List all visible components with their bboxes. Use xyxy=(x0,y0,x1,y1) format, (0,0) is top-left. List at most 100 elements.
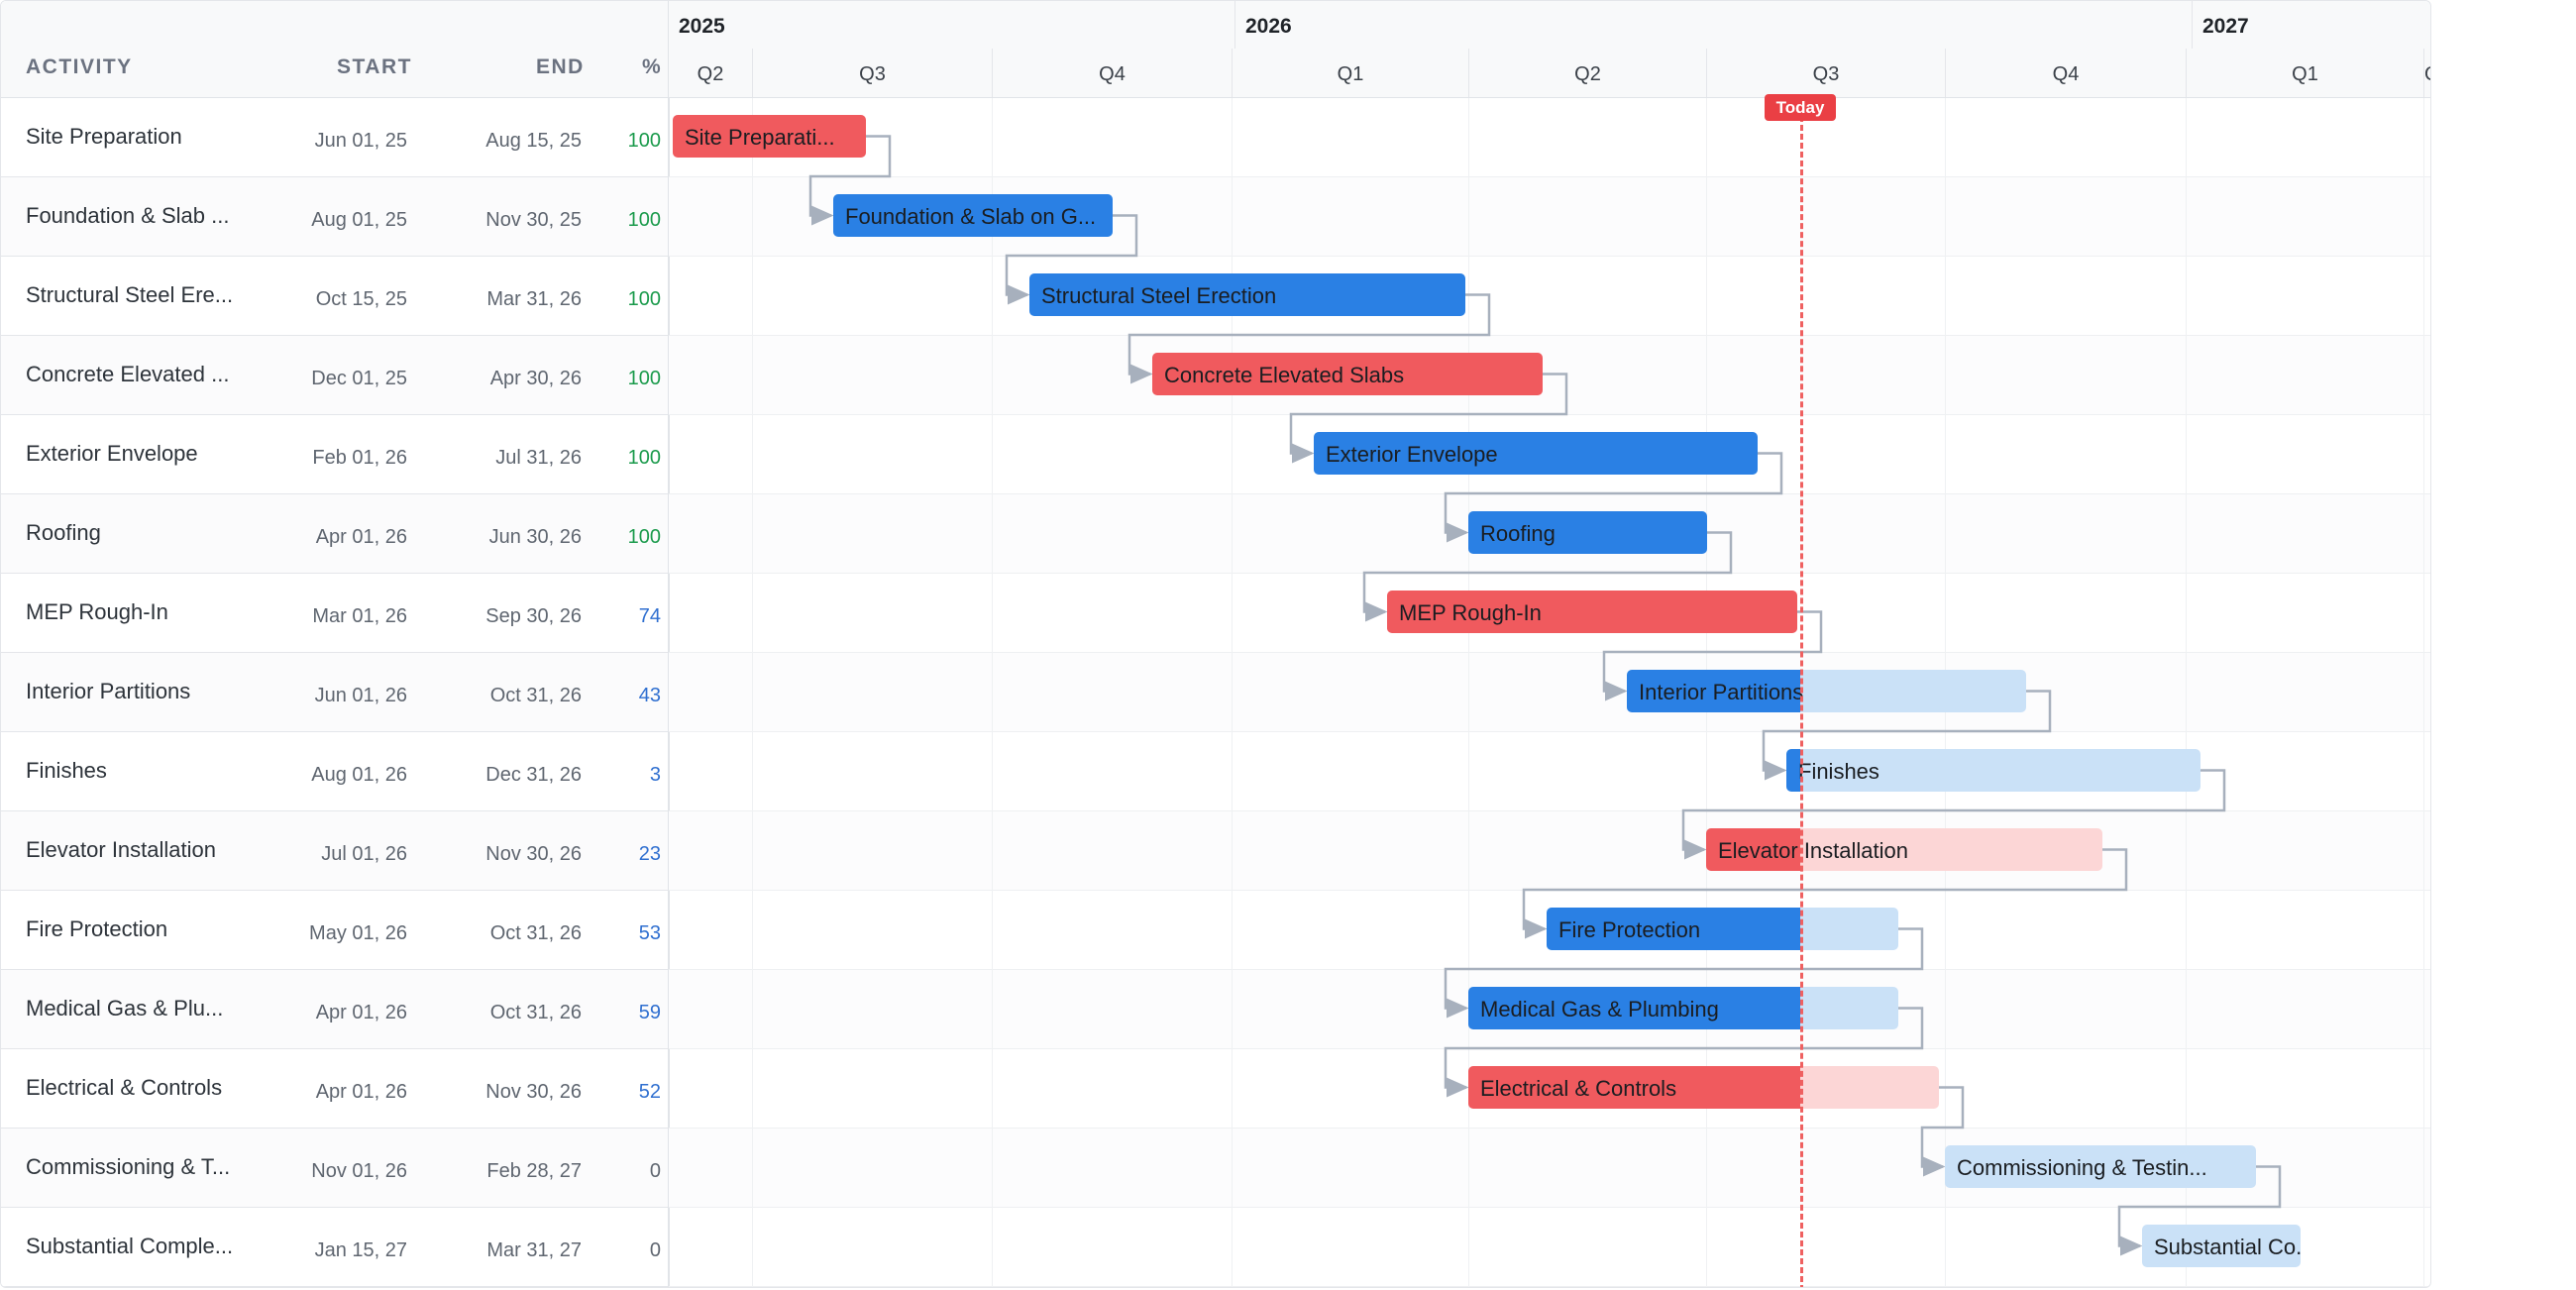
task-start-date: Mar 01, 26 xyxy=(312,605,407,627)
task-start-date: Jun 01, 26 xyxy=(314,685,407,706)
task-percent-complete: 23 xyxy=(638,843,661,865)
task-bar[interactable]: Exterior Envelope xyxy=(1314,432,1758,475)
task-bar[interactable]: Electrical & Controls xyxy=(1468,1066,1939,1109)
timeline-quarter-cell: Q3 xyxy=(1706,49,1945,97)
task-bar[interactable]: Elevator Installation xyxy=(1706,828,2102,871)
task-row[interactable]: Substantial Comple... Jan 15, 27 Mar 31, 2… xyxy=(1,1208,668,1287)
task-bar[interactable]: Structural Steel Erection xyxy=(1029,273,1465,316)
quarter-label: Q xyxy=(2424,49,2430,86)
task-end-date: Nov 30, 26 xyxy=(485,1081,582,1103)
task-end-date: Dec 31, 26 xyxy=(485,764,582,786)
task-bar-label: Electrical & Controls xyxy=(1480,1076,1677,1101)
task-row[interactable]: Roofing Apr 01, 26 Jun 30, 26 100 xyxy=(1,494,668,574)
task-row[interactable]: Site Preparation Jun 01, 25 Aug 15, 25 100 xyxy=(1,98,668,177)
task-start-date: Jan 15, 27 xyxy=(314,1239,407,1261)
task-end-date: Aug 15, 25 xyxy=(485,130,582,152)
task-name: Finishes xyxy=(26,758,107,783)
task-row[interactable]: Interior Partitions Jun 01, 26 Oct 31, 26 4… xyxy=(1,653,668,732)
task-row[interactable]: Foundation & Slab ... Aug 01, 25 Nov 30, 2… xyxy=(1,177,668,257)
quarter-label: Q1 xyxy=(1337,63,1364,85)
task-name: Elevator Installation xyxy=(26,837,216,862)
task-end-date: Oct 31, 26 xyxy=(489,685,582,706)
task-row[interactable]: Finishes Aug 01, 26 Dec 31, 26 3 xyxy=(1,732,668,811)
timeline-quarter-cell: Q2 xyxy=(1468,49,1706,97)
grid-header: ACTIVITY START END % xyxy=(1,1,668,98)
timeline-quarter-row: Q2 Q3 Q4 Q1 Q2 Q3 Q4 Q1 Q xyxy=(669,49,2430,98)
quarter-label: Q1 xyxy=(2292,63,2318,85)
task-bar[interactable]: Concrete Elevated Slabs xyxy=(1152,353,1543,395)
task-row[interactable]: Commissioning & T... Nov 01, 26 Feb 28, 27… xyxy=(1,1129,668,1208)
task-bar[interactable]: Commissioning & Testin... xyxy=(1945,1145,2256,1188)
task-name: Commissioning & T... xyxy=(26,1154,231,1179)
task-bar-label: Structural Steel Erection xyxy=(1041,283,1277,308)
task-bar-label: Substantial Co... xyxy=(2154,1235,2301,1259)
quarter-label: Q3 xyxy=(859,63,886,85)
task-percent-complete: 0 xyxy=(649,1239,661,1261)
task-name: Medical Gas & Plu... xyxy=(26,996,224,1021)
task-row[interactable]: Structural Steel Ere... Oct 15, 25 Mar 31,… xyxy=(1,257,668,336)
task-name: Concrete Elevated ... xyxy=(26,362,230,386)
timeline-year-cell: 2026 xyxy=(1234,1,2192,49)
timeline-quarter-cell: Q4 xyxy=(992,49,1232,97)
task-row[interactable]: Fire Protection May 01, 26 Oct 31, 26 53 xyxy=(1,891,668,970)
task-start-date: Apr 01, 26 xyxy=(315,1002,407,1023)
task-percent-complete: 100 xyxy=(627,288,661,310)
today-marker-line xyxy=(1800,98,1803,1287)
task-row[interactable]: Medical Gas & Plu... Apr 01, 26 Oct 31, 26… xyxy=(1,970,668,1049)
column-header-activity[interactable]: ACTIVITY xyxy=(26,55,133,79)
column-header-start[interactable]: START xyxy=(337,55,412,79)
task-bar[interactable]: Substantial Co... xyxy=(2142,1225,2301,1267)
task-percent-complete: 100 xyxy=(627,447,661,469)
dependency-links xyxy=(808,135,2282,1256)
task-name: Exterior Envelope xyxy=(26,441,198,466)
timeline-quarter-cell: Q2 xyxy=(669,49,752,97)
task-bar-label: MEP Rough-In xyxy=(1399,600,1542,625)
task-start-date: Aug 01, 26 xyxy=(311,764,407,786)
task-bar-label: Site Preparati... xyxy=(685,125,835,150)
task-name: Structural Steel Ere... xyxy=(26,282,234,307)
task-bar-label: Interior Partitions xyxy=(1639,680,1804,704)
task-end-date: Mar 31, 26 xyxy=(486,288,582,310)
column-header-percent[interactable]: % xyxy=(642,55,662,79)
timeline-year-row: 2025 2026 2027 xyxy=(669,1,2430,50)
task-row[interactable]: Concrete Elevated ... Dec 01, 25 Apr 30, 2… xyxy=(1,336,668,415)
task-bar-label: Elevator Installation xyxy=(1718,838,1908,863)
quarter-label: Q2 xyxy=(697,63,724,85)
task-percent-complete: 100 xyxy=(627,368,661,389)
task-end-date: Sep 30, 26 xyxy=(485,605,582,627)
task-bar[interactable]: Roofing xyxy=(1468,511,1707,554)
task-bar[interactable]: Interior Partitions xyxy=(1627,670,2026,712)
task-end-date: Jun 30, 26 xyxy=(488,526,582,548)
task-end-date: Oct 31, 26 xyxy=(489,1002,582,1023)
task-bar[interactable]: Foundation & Slab on G... xyxy=(833,194,1113,237)
task-end-date: Nov 30, 26 xyxy=(485,843,582,865)
column-header-end[interactable]: END xyxy=(536,55,585,79)
task-bar-label: Fire Protection xyxy=(1558,917,1701,942)
task-bar[interactable]: Site Preparati... xyxy=(673,115,866,158)
task-row[interactable]: Electrical & Controls Apr 01, 26 Nov 30, 2… xyxy=(1,1049,668,1129)
year-label: 2025 xyxy=(679,15,725,38)
task-row[interactable]: Elevator Installation Jul 01, 26 Nov 30, 2… xyxy=(1,811,668,891)
task-row[interactable]: Exterior Envelope Feb 01, 26 Jul 31, 26 100 xyxy=(1,415,668,494)
task-end-date: Nov 30, 25 xyxy=(485,209,582,231)
task-name: Site Preparation xyxy=(26,124,182,149)
timeline-quarter-cell: Q3 xyxy=(752,49,992,97)
quarter-label: Q2 xyxy=(1574,63,1601,85)
task-bar-label: Finishes xyxy=(1798,759,1879,784)
task-name: Foundation & Slab ... xyxy=(26,203,230,228)
timeline-quarter-cell: Q1 xyxy=(1232,49,1468,97)
task-start-date: Aug 01, 25 xyxy=(311,209,407,231)
task-row[interactable]: MEP Rough-In Mar 01, 26 Sep 30, 26 74 xyxy=(1,574,668,653)
task-start-date: Nov 01, 26 xyxy=(311,1160,407,1182)
task-name: Interior Partitions xyxy=(26,679,191,703)
task-bar[interactable]: Finishes xyxy=(1786,749,2200,792)
quarter-label: Q4 xyxy=(1099,63,1126,85)
task-bar-label: Commissioning & Testin... xyxy=(1957,1155,2207,1180)
timeline-quarter-cell: Q1 xyxy=(2186,49,2423,97)
task-start-date: Oct 15, 25 xyxy=(315,288,407,310)
task-bar[interactable]: Fire Protection xyxy=(1547,908,1898,950)
task-bar[interactable]: Medical Gas & Plumbing xyxy=(1468,987,1898,1029)
task-bar[interactable]: MEP Rough-In xyxy=(1387,591,1797,633)
task-bar-label: Foundation & Slab on G... xyxy=(845,204,1097,229)
task-start-date: Apr 01, 26 xyxy=(315,1081,407,1103)
